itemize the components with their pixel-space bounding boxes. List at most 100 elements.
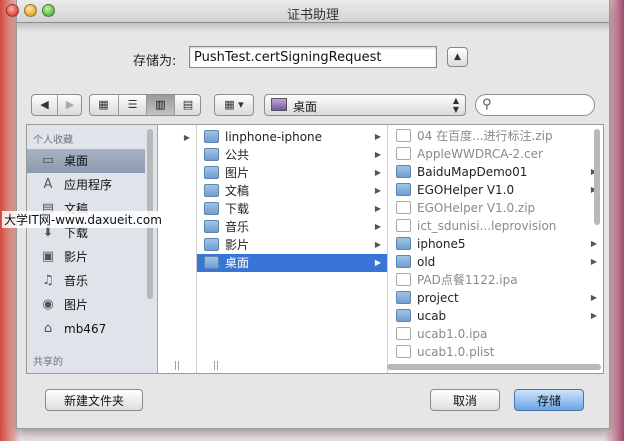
desktop-folder-icon: [271, 98, 287, 111]
list-item[interactable]: 公共 ▶: [197, 146, 387, 164]
file-icon: [396, 201, 411, 214]
file-icon: [396, 147, 411, 160]
item-label: ucab1.0.ipa: [417, 327, 488, 341]
list-item[interactable]: BaiduMapDemo01▶: [389, 163, 603, 181]
item-label: ucab1.0.plist: [417, 345, 495, 359]
disclosure-arrow-icon: ▶: [374, 258, 381, 267]
sidebar-item-label: mb467: [64, 322, 107, 336]
list-item[interactable]: iphone5 ▶: [389, 235, 603, 253]
list-item[interactable]: 图片 ▶: [197, 164, 387, 182]
favorites-header: 个人收藏: [33, 135, 73, 146]
file-icon: [396, 345, 411, 358]
item-label: project: [417, 291, 459, 305]
list-item[interactable]: 文稿 ▶: [197, 182, 387, 200]
movies-icon: ▣: [41, 249, 55, 264]
horizontal-scrollbar[interactable]: [197, 363, 603, 372]
applications-icon: A: [43, 177, 53, 192]
arrange-button[interactable]: ▦ ▾: [214, 94, 254, 116]
item-label: 下载: [225, 202, 250, 216]
file-icon: [396, 219, 411, 232]
item-label: PAD点餐1122.ipa: [417, 273, 518, 287]
list-item[interactable]: 影片 ▶: [197, 236, 387, 254]
folder-icon: [204, 220, 219, 233]
sidebar-scrollbar[interactable]: [146, 127, 154, 371]
arrange-grid-icon: ▦ ▾: [224, 98, 244, 111]
column-view-button[interactable]: ▥: [146, 95, 174, 115]
sidebar-item-applications[interactable]: A 应用程序: [27, 173, 145, 197]
item-label: EGOHelper V1.0: [417, 183, 515, 197]
item-label: old: [417, 255, 436, 269]
item-label: 桌面: [225, 256, 250, 270]
list-item[interactable]: old ▶: [389, 253, 603, 271]
icon-view-button[interactable]: ▦: [90, 95, 117, 115]
file-browser: 个人收藏 ▭ 桌面 A 应用程序 ▤ 文稿 ⬇ 下载 ▣ 影片 ♫ 音乐 ◉ 图…: [26, 124, 604, 374]
item-label: EGOHelper V1.0.zip: [417, 201, 536, 215]
column-scroll-thumb[interactable]: [594, 129, 600, 225]
sidebar-item-desktop[interactable]: ▭ 桌面: [27, 149, 145, 173]
file-icon: [396, 129, 411, 142]
back-button[interactable]: ◀: [32, 95, 57, 115]
folder-icon: [396, 255, 411, 268]
column-view-icon: ▥: [155, 98, 166, 111]
horizontal-scroll-thumb[interactable]: [387, 364, 601, 370]
folder-icon: [204, 256, 219, 269]
list-item[interactable]: ucab1.0.ipa: [389, 325, 603, 343]
folder-icon: [204, 202, 219, 215]
sidebar-item-home[interactable]: ⌂ mb467: [27, 317, 145, 341]
forward-button[interactable]: ▶: [57, 95, 82, 115]
column-desktop: 04 在百度...进行标注.zip AppleWWDRCA-2.cer Baid…: [389, 125, 603, 373]
folder-icon: [396, 309, 411, 322]
list-item[interactable]: ict_sdunisi...leprovision: [389, 217, 603, 235]
sidebar-item-label: 音乐: [64, 274, 89, 288]
sidebar-item-label: 桌面: [64, 154, 89, 168]
music-icon: ♫: [42, 273, 54, 288]
folder-icon: [396, 165, 411, 178]
list-item[interactable]: EGOHelper V1.0.zip: [389, 199, 603, 217]
cancel-button[interactable]: 取消: [430, 389, 500, 411]
column-resize-handle[interactable]: ||: [174, 361, 180, 371]
file-icon: [396, 327, 411, 340]
item-label: ict_sdunisi...leprovision: [417, 219, 557, 233]
list-view-icon: ☰: [127, 98, 138, 111]
sidebar-item-movies[interactable]: ▣ 影片: [27, 245, 145, 269]
location-popup[interactable]: 桌面 ▲ ▼: [264, 94, 466, 116]
list-item[interactable]: PAD点餐1122.ipa: [389, 271, 603, 289]
list-item[interactable]: AppleWWDRCA-2.cer: [389, 145, 603, 163]
new-folder-button[interactable]: 新建文件夹: [45, 389, 143, 411]
search-field[interactable]: ⚲: [475, 94, 595, 116]
item-label: 文稿: [225, 184, 250, 198]
sidebar-item-pictures[interactable]: ◉ 图片: [27, 293, 145, 317]
list-item[interactable]: 下载 ▶: [197, 200, 387, 218]
disclosure-arrow-icon: ▶: [183, 133, 190, 142]
list-item[interactable]: project ▶: [389, 289, 603, 307]
item-label: 影片: [225, 238, 250, 252]
list-item[interactable]: ucab ▶: [389, 307, 603, 325]
list-item[interactable]: EGOHelper V1.0▶: [389, 181, 603, 199]
item-label: 04 在百度...进行标注.zip: [417, 129, 553, 143]
home-icon: ⌂: [43, 321, 53, 336]
column-scrollbar[interactable]: [593, 127, 601, 351]
save-button[interactable]: 存储: [514, 389, 584, 411]
watermark: 大学IT网-www.daxueit.com: [2, 211, 164, 228]
coverflow-view-button[interactable]: ▤: [174, 95, 201, 115]
chevron-up-icon: ▲: [454, 52, 461, 62]
list-item-selected[interactable]: 桌面 ▶: [197, 254, 387, 272]
item-label: 音乐: [225, 220, 250, 234]
item-label: AppleWWDRCA-2.cer: [417, 147, 543, 161]
sidebar-item-music[interactable]: ♫ 音乐: [27, 269, 145, 293]
root-row[interactable]: ▶: [158, 129, 196, 147]
list-item[interactable]: 音乐 ▶: [197, 218, 387, 236]
item-label: linphone-iphone: [225, 130, 323, 144]
folder-icon: [396, 291, 411, 304]
icon-view-icon: ▦: [98, 98, 109, 111]
folder-icon: [204, 184, 219, 197]
item-label: 公共: [225, 148, 250, 162]
sidebar-item-label: 图片: [64, 298, 89, 312]
list-item[interactable]: linphone-iphone ▶: [197, 128, 387, 146]
list-view-button[interactable]: ☰: [118, 95, 146, 115]
list-item[interactable]: 04 在百度...进行标注.zip: [389, 127, 603, 145]
list-item[interactable]: ucab1.0.plist: [389, 343, 603, 361]
expand-dialog-button[interactable]: ▲: [447, 47, 468, 67]
arrange-segment: ▦ ▾: [215, 95, 253, 115]
filename-input[interactable]: [189, 46, 437, 68]
